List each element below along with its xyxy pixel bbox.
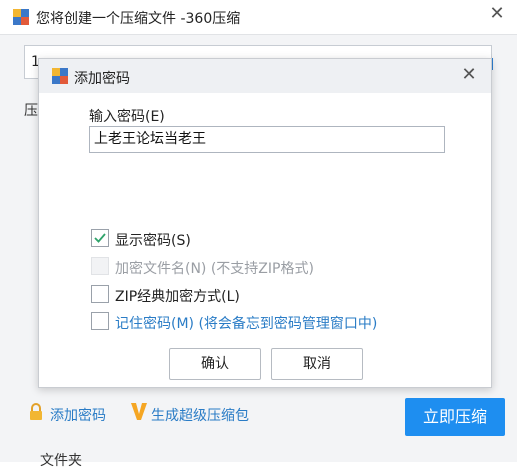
dialog-titlebar: 添加密码 ✕ (39, 59, 491, 93)
password-input[interactable]: 上老王论坛当老王 (89, 126, 445, 153)
dialog-close-icon[interactable]: ✕ (459, 65, 479, 85)
add-password-link[interactable]: 添加密码 (50, 405, 106, 425)
v-badge-icon (131, 403, 147, 420)
super-compress-link[interactable]: 生成超级压缩包 (151, 405, 249, 425)
zip-classic-encryption-checkbox[interactable] (91, 285, 109, 303)
confirm-button[interactable]: 确认 (169, 348, 261, 380)
archive-app-icon (52, 68, 68, 84)
lock-icon (30, 403, 42, 420)
compression-label: 压 (24, 103, 38, 119)
show-password-checkbox[interactable] (91, 229, 109, 247)
archive-app-icon (13, 9, 29, 25)
remember-password-label[interactable]: 记住密码(M) (将会备忘到密码管理窗口中) (115, 313, 377, 333)
add-password-dialog: 添加密码 ✕ 输入密码(E) 上老王论坛当老王 显示密码(S) 加密文件名(N)… (38, 58, 492, 388)
password-label: 输入密码(E) (89, 109, 165, 125)
main-close-icon[interactable]: ✕ (487, 4, 507, 24)
zip-classic-encryption-label[interactable]: ZIP经典加密方式(L) (115, 286, 240, 306)
main-titlebar: 您将创建一个压缩文件 -360压缩 ✕ (0, 0, 517, 35)
compress-now-button[interactable]: 立即压缩 (405, 398, 505, 436)
dialog-title: 添加密码 (74, 71, 130, 87)
cancel-button[interactable]: 取消 (271, 348, 363, 380)
folder-label: 文件夹 (40, 453, 82, 469)
encrypt-filenames-label: 加密文件名(N) (不支持ZIP格式) (115, 261, 314, 277)
encrypt-filenames-checkbox (91, 257, 109, 275)
show-password-label[interactable]: 显示密码(S) (115, 230, 191, 250)
checkmark-icon (94, 233, 106, 243)
remember-password-checkbox[interactable] (91, 312, 109, 330)
main-window-title: 您将创建一个压缩文件 -360压缩 (36, 11, 241, 27)
